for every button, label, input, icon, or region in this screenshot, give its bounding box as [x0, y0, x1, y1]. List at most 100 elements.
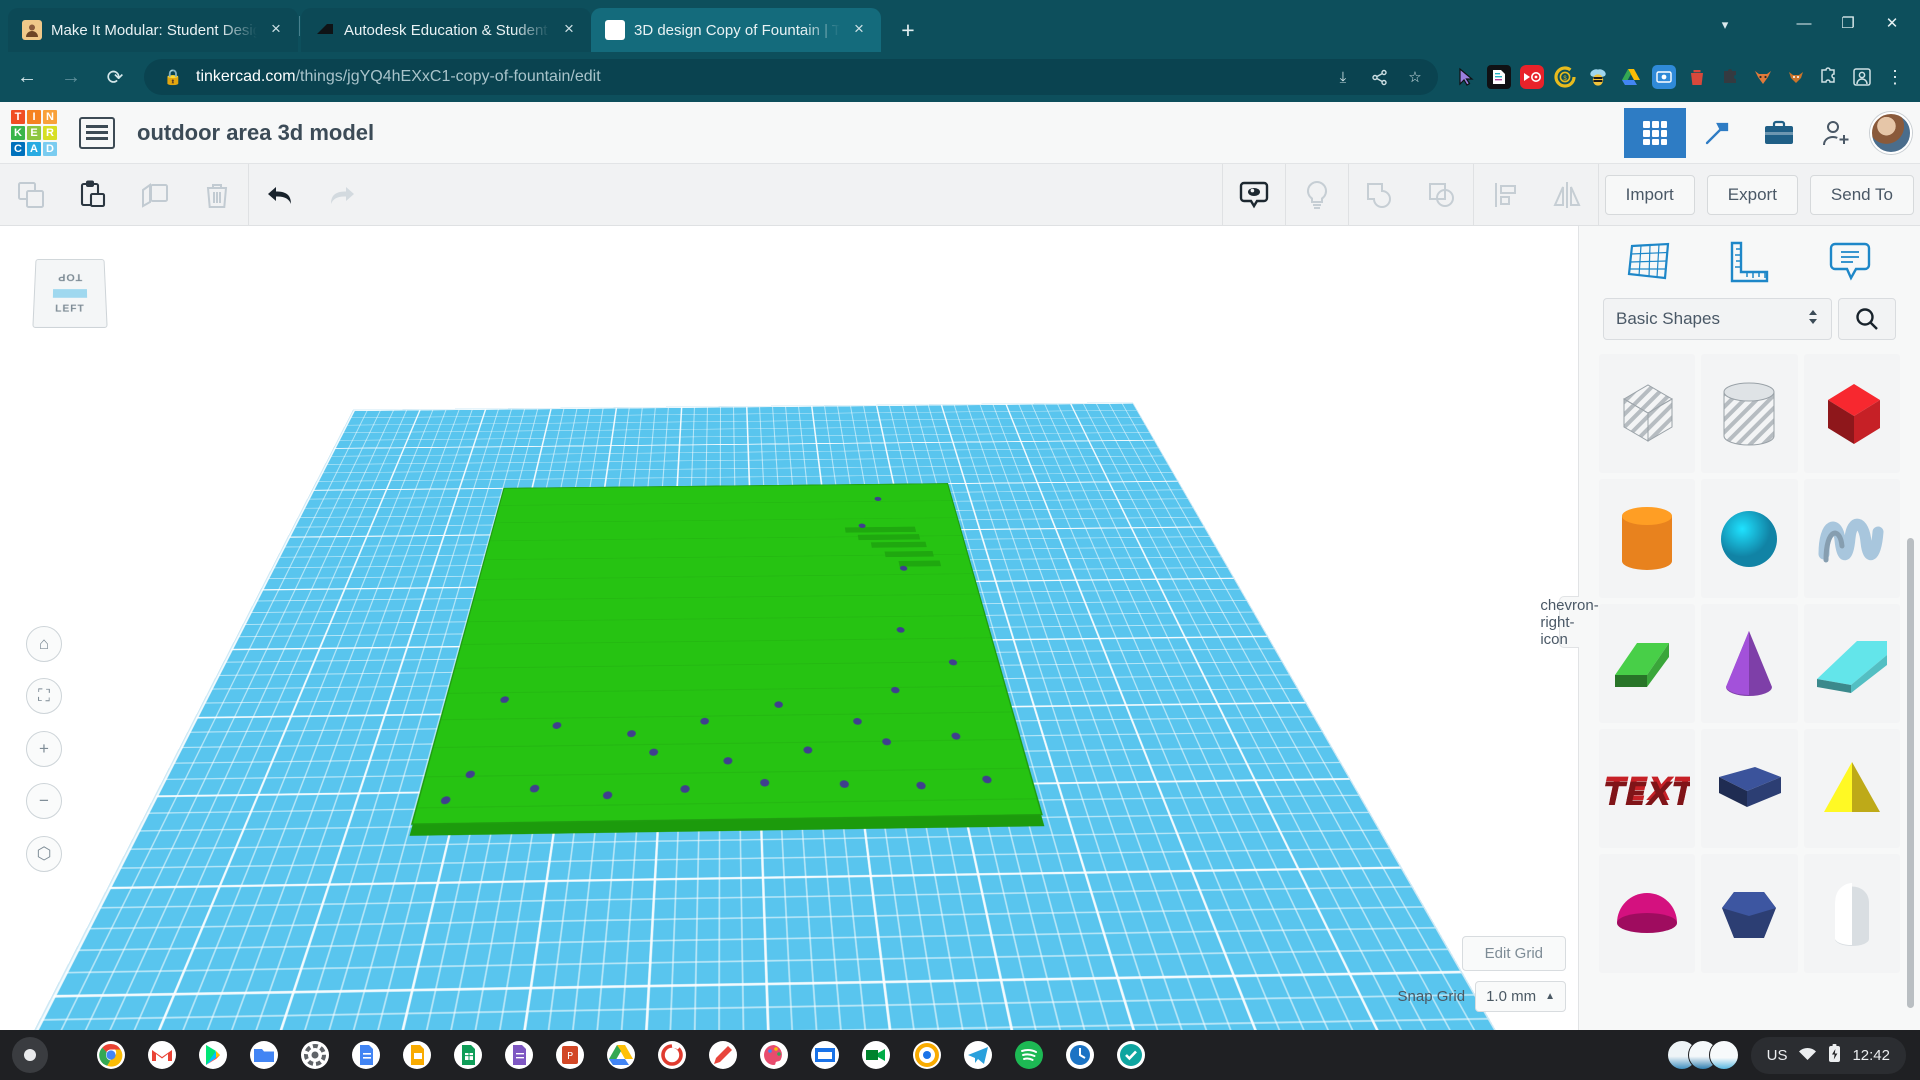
tube-shape[interactable] [1804, 854, 1900, 973]
kebab-menu-icon[interactable]: ⋮ [1880, 67, 1910, 88]
minimize-button[interactable]: — [1784, 8, 1824, 40]
meet-app-icon[interactable] [858, 1037, 894, 1073]
list-panel-icon[interactable] [79, 117, 115, 149]
fit-to-screen-icon[interactable]: ⛶ [26, 678, 62, 714]
palette-app-icon[interactable] [756, 1037, 792, 1073]
box-hole-shape[interactable] [1599, 354, 1695, 473]
cone-shape[interactable] [1701, 604, 1797, 723]
powerpoint-app-icon[interactable]: P [552, 1037, 588, 1073]
browser-tab-3[interactable]: 3D design Copy of Fountain | Tink × [591, 8, 881, 52]
copy-button[interactable] [0, 164, 62, 225]
home-icon[interactable]: ⌂ [26, 626, 62, 662]
polygon-shape[interactable] [1701, 854, 1797, 973]
spotify-app-icon[interactable] [1011, 1037, 1047, 1073]
new-tab-button[interactable]: + [891, 14, 925, 48]
forward-button[interactable]: → [52, 58, 90, 96]
search-icon[interactable] [1838, 298, 1896, 340]
cylinder-hole-shape[interactable] [1701, 354, 1797, 473]
blocks-tool[interactable] [1686, 108, 1748, 158]
align-icon[interactable] [1474, 164, 1536, 225]
gallery-tool[interactable] [1748, 108, 1810, 158]
launcher-circle-icon[interactable] [12, 1037, 48, 1073]
cylinder-shape[interactable] [1599, 479, 1695, 598]
cursor-pointer-extension-icon[interactable] [1454, 65, 1478, 89]
edit-grid-button[interactable]: Edit Grid [1462, 936, 1566, 971]
eye-visibility-icon[interactable] [1223, 164, 1285, 225]
browser-tab-1[interactable]: Make It Modular: Student Design × [8, 8, 298, 52]
bookmark-star-icon[interactable]: ☆ [1402, 64, 1428, 90]
settings-app-icon[interactable] [297, 1037, 333, 1073]
cube-perspective-icon[interactable]: ⬡ [26, 836, 62, 872]
back-button[interactable]: ← [8, 58, 46, 96]
export-button[interactable]: Export [1707, 175, 1798, 215]
files-app-icon[interactable] [246, 1037, 282, 1073]
youtube-recorder-extension-icon[interactable] [1520, 65, 1544, 89]
redo-arrow-icon[interactable] [311, 164, 373, 225]
roof-shape[interactable] [1599, 604, 1695, 723]
plus-icon[interactable]: + [26, 731, 62, 767]
undo-arrow-icon[interactable] [249, 164, 311, 225]
trash-extension-icon[interactable] [1685, 65, 1709, 89]
profile-square-icon[interactable] [1850, 65, 1874, 89]
coin-extension-icon[interactable]: $ [1553, 65, 1577, 89]
sendto-button[interactable]: Send To [1810, 175, 1914, 215]
snap-grid-select[interactable]: 1.0 mm ▲ [1475, 981, 1566, 1012]
paraboloid-shape[interactable] [1701, 729, 1797, 848]
fox-extension-icon[interactable] [1751, 65, 1775, 89]
tab-close-button[interactable]: × [849, 20, 869, 40]
tinkercad-logo[interactable]: TINKERCAD [5, 104, 63, 162]
panel-scrollbar[interactable] [1907, 538, 1914, 1008]
mirror-flip-icon[interactable] [1536, 164, 1598, 225]
green-ground-object[interactable] [411, 483, 1043, 825]
design-canvas[interactable]: TOP LEFT ⌂ ⛶ + − ⬡ Edit Grid Snap Grid 1… [0, 226, 1578, 1030]
share-icon[interactable] [1366, 64, 1392, 90]
pyramid-shape[interactable] [1804, 729, 1900, 848]
chrome-canary-app-icon[interactable] [909, 1037, 945, 1073]
browser-tab-2[interactable]: Autodesk Education & Student A × [301, 8, 591, 52]
puzzle-dark-extension-icon[interactable] [1718, 65, 1742, 89]
chevron-down-icon[interactable]: ▾ [1710, 10, 1740, 40]
reload-button[interactable]: ⟳ [96, 58, 134, 96]
bee-extension-icon[interactable] [1586, 65, 1610, 89]
view-cube[interactable]: TOP LEFT [32, 259, 107, 328]
import-button[interactable]: Import [1605, 175, 1695, 215]
trash-icon[interactable] [186, 164, 248, 225]
sphere-shape[interactable] [1701, 479, 1797, 598]
paste-button[interactable] [62, 164, 124, 225]
box-shape[interactable] [1804, 354, 1900, 473]
status-tray-pill[interactable]: US 12:42 [1751, 1037, 1906, 1074]
screencast-extension-icon[interactable] [1652, 65, 1676, 89]
slides-app-icon[interactable] [399, 1037, 435, 1073]
puzzle-extensions-icon[interactable] [1817, 65, 1841, 89]
gmail-app-icon[interactable] [144, 1037, 180, 1073]
duplicate-button[interactable] [124, 164, 186, 225]
ungroup-shapes-icon[interactable] [1411, 164, 1473, 225]
install-icon[interactable]: ⤓ [1330, 64, 1356, 90]
minus-icon[interactable]: − [26, 783, 62, 819]
page-title[interactable]: outdoor area 3d model [137, 120, 374, 146]
window-preview[interactable] [1709, 1040, 1739, 1070]
canvas-app-icon[interactable] [654, 1037, 690, 1073]
cat-extension-icon[interactable] [1784, 65, 1808, 89]
scribble-shape[interactable] [1804, 479, 1900, 598]
drive-app-icon[interactable] [603, 1037, 639, 1073]
maximize-button[interactable]: ❐ [1828, 8, 1868, 40]
pen-app-icon[interactable] [705, 1037, 741, 1073]
panel-collapse-button[interactable]: chevron-right-icon [1559, 596, 1579, 648]
docs-app-icon[interactable] [348, 1037, 384, 1073]
clock-app-icon[interactable] [1062, 1037, 1098, 1073]
avatar[interactable] [1870, 112, 1912, 154]
shapes-grid-tool[interactable] [1624, 108, 1686, 158]
forms-app-icon[interactable] [501, 1037, 537, 1073]
workplane-grid[interactable] [0, 402, 1545, 1030]
note-bubble-icon[interactable] [1824, 236, 1876, 288]
tab-close-button[interactable]: × [266, 20, 286, 40]
address-bar[interactable]: 🔒 tinkercad.com/things/jgYQ4hEXxC1-copy-… [144, 59, 1438, 95]
classroom-app-icon[interactable] [807, 1037, 843, 1073]
telegram-app-icon[interactable] [960, 1037, 996, 1073]
tray-window-previews[interactable] [1676, 1040, 1739, 1070]
close-window-button[interactable]: ✕ [1872, 8, 1912, 40]
lightbulb-icon[interactable] [1286, 164, 1348, 225]
shape-category-select[interactable]: Basic Shapes [1603, 298, 1832, 340]
document-extension-icon[interactable] [1487, 65, 1511, 89]
